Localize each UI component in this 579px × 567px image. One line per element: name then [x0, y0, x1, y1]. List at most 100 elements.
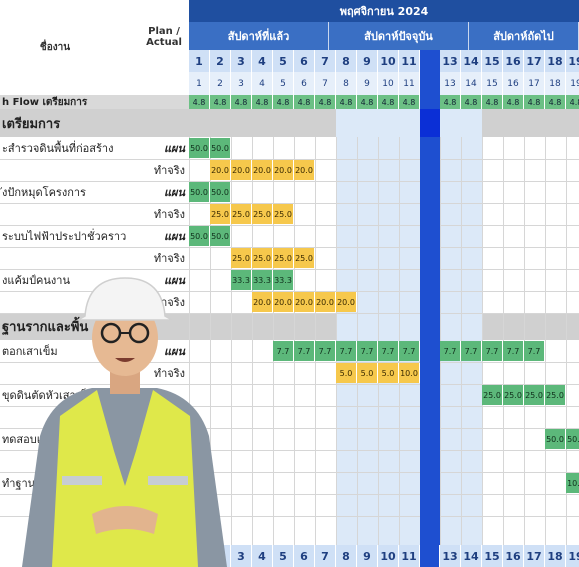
plan-label: แผน — [163, 230, 185, 243]
month-header: พฤศจิกายน 2024 — [189, 0, 579, 22]
plan-bar-cell: 7.7 — [315, 341, 336, 361]
hard-hat-icon — [75, 277, 175, 321]
footer-day-cell: 15 — [482, 545, 503, 567]
gantt-sheet: ชื่องาน Plan / Actual พฤศจิกายน 2024 สัป… — [0, 0, 579, 567]
day-header-cell: 3 — [231, 50, 252, 72]
plan-bar-cell: 50.0 — [210, 182, 231, 202]
plan-bar-cell: 50.0 — [210, 226, 231, 246]
day-header-cell: 13 — [440, 50, 461, 72]
cashflow-value: 4.8 — [315, 95, 336, 109]
footer-day-cell: 16 — [503, 545, 524, 567]
day-header-cell: 6 — [294, 50, 315, 72]
actual-bar-cell: 20.0 — [252, 292, 273, 312]
day-subheader-cell: 13 — [440, 72, 461, 95]
day-header-cell: 18 — [545, 50, 566, 72]
day-subheader-cell: 8 — [336, 72, 357, 95]
actual-bar-cell: 20.0 — [294, 160, 315, 180]
day-subheader-cell: 6 — [294, 72, 315, 95]
cashflow-label: h Flow เตรียมการ — [0, 95, 189, 109]
plan-bar-cell: 7.7 — [503, 341, 524, 361]
actual-bar-cell: 20.0 — [231, 160, 252, 180]
footer-day-cell: 8 — [336, 545, 357, 567]
plan-bar-cell: 7.7 — [357, 341, 378, 361]
actual-bar-cell: 25.0 — [231, 248, 252, 268]
actual-bar-cell: 20.0 — [315, 292, 336, 312]
task-name: ระบบไฟฟ้าประปาชั่วคราว — [2, 230, 127, 243]
plan-bar-cell: 7.7 — [294, 341, 315, 361]
day-subheader-cell: 18 — [545, 72, 566, 95]
plan-actual-header: Plan / Actual — [140, 22, 188, 52]
plan-bar-cell: 50.0 — [189, 226, 210, 246]
plan-bar-cell: 7.7 — [399, 341, 420, 361]
actual-label: ทำจริง — [153, 164, 185, 177]
cashflow-value: 4.8 — [273, 95, 294, 109]
cashflow-value: 4.8 — [294, 95, 315, 109]
actual-bar-cell: 25.0 — [273, 204, 294, 224]
today-marker-section — [420, 109, 440, 137]
day-header-cell: 7 — [315, 50, 336, 72]
actual-bar-cell: 5.0 — [357, 363, 378, 383]
actual-bar-cell: 20.0 — [273, 160, 294, 180]
day-subheader-cell: 17 — [524, 72, 545, 95]
plan-bar-cell: 25.0 — [482, 385, 503, 405]
plan-bar-cell: 7.7 — [440, 341, 461, 361]
day-subheader-cell: 7 — [315, 72, 336, 95]
cashflow-value: 4.8 — [378, 95, 399, 109]
presenter-figure — [22, 277, 227, 567]
footer-day-cell: 17 — [524, 545, 545, 567]
cashflow-value: 4.8 — [482, 95, 503, 109]
plan-label: แผน — [163, 186, 185, 199]
plan-bar-cell: 33.3 — [252, 270, 273, 290]
grid-line-vertical — [252, 137, 253, 545]
day-subheader-cell: 14 — [461, 72, 482, 95]
footer-day-cell: 10 — [378, 545, 399, 567]
actual-bar-cell: 20.0 — [294, 292, 315, 312]
plan-bar-cell: 7.7 — [461, 341, 482, 361]
actual-bar-cell: 20.0 — [210, 160, 231, 180]
plan-bar-cell: 50.0 — [210, 138, 231, 158]
cashflow-value: 4.8 — [503, 95, 524, 109]
day-subheader-cell: 11 — [399, 72, 420, 95]
week-header-previous: สัปดาห์ที่แล้ว — [189, 22, 329, 50]
actual-bar-cell: 25.0 — [231, 204, 252, 224]
vest-stripe-right — [148, 476, 188, 485]
plan-actual-label-line2: Actual — [146, 37, 182, 48]
actual-bar-cell: 5.0 — [378, 363, 399, 383]
day-header-cell: 10 — [378, 50, 399, 72]
plan-bar-cell: 33.3 — [231, 270, 252, 290]
plan-bar-cell: 33.3 — [273, 270, 294, 290]
day-subheader-cell: 19 — [566, 72, 579, 95]
footer-day-cell: 11 — [399, 545, 420, 567]
day-subheader-cell: 9 — [357, 72, 378, 95]
footer-day-cell: 13 — [440, 545, 461, 567]
footer-day-cell: 7 — [315, 545, 336, 567]
day-subheader-cell: 2 — [210, 72, 231, 95]
plan-label: แผน — [163, 142, 185, 155]
cashflow-value: 4.8 — [210, 95, 231, 109]
plan-bar-cell: 50.0 — [189, 182, 210, 202]
actual-label: ทำจริง — [153, 208, 185, 221]
footer-day-cell: 4 — [252, 545, 273, 567]
task-name: ะสำรวจดินพื้นที่ก่อสร้าง — [2, 142, 114, 155]
footer-day-cell: 19 — [566, 545, 579, 567]
cashflow-value: 4.8 — [357, 95, 378, 109]
day-header-cell: 8 — [336, 50, 357, 72]
plan-bar-cell: 7.7 — [524, 341, 545, 361]
day-header-cell: 4 — [252, 50, 273, 72]
day-subheader-cell: 3 — [231, 72, 252, 95]
day-subheader-cell: 16 — [503, 72, 524, 95]
plan-bar-cell: 25.0 — [545, 385, 566, 405]
actual-bar-cell: 20.0 — [252, 160, 273, 180]
day-header-cell: 11 — [399, 50, 420, 72]
actual-bar-cell: 25.0 — [294, 248, 315, 268]
day-header-cell: 1 — [189, 50, 210, 72]
day-header-cell: 17 — [524, 50, 545, 72]
plan-bar-cell: 50.0 — [566, 429, 579, 449]
day-header-cell: 19 — [566, 50, 579, 72]
plan-bar-cell: 50.0 — [545, 429, 566, 449]
footer-day-cell: 5 — [273, 545, 294, 567]
plan-bar-cell: 7.7 — [336, 341, 357, 361]
actual-bar-cell: 20.0 — [273, 292, 294, 312]
actual-bar-cell: 25.0 — [210, 204, 231, 224]
footer-day-cell: 3 — [231, 545, 252, 567]
